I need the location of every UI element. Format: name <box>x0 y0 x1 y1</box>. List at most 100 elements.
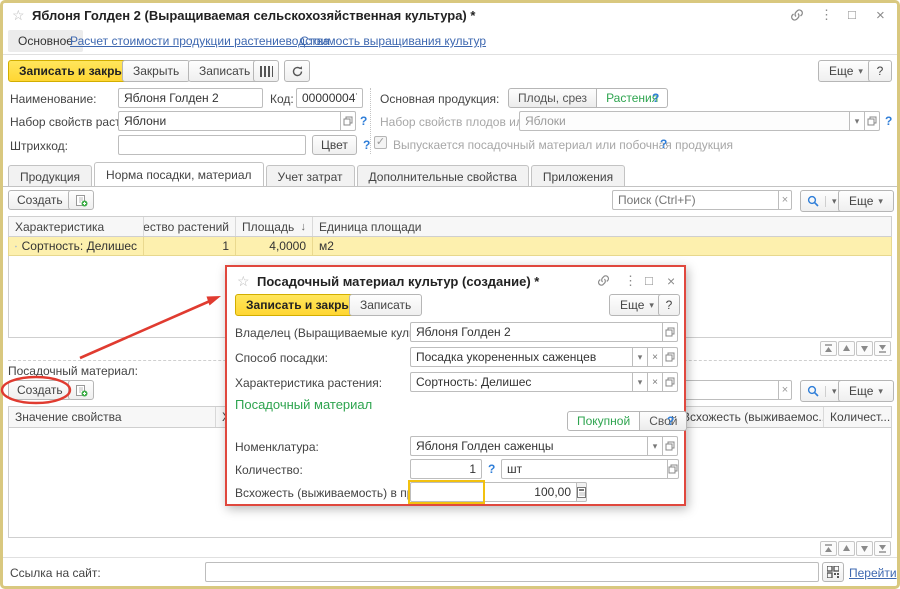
favorite-star-icon[interactable]: ☆ <box>237 273 250 290</box>
move-bottom-icon[interactable] <box>874 541 891 556</box>
plant-props-help-icon[interactable]: ? <box>360 114 367 128</box>
dialog-help-button[interactable]: ? <box>658 294 680 316</box>
move-down-icon[interactable] <box>856 341 873 356</box>
open-link-icon[interactable] <box>663 372 678 392</box>
source-help-icon[interactable]: ? <box>667 414 674 428</box>
window-menu-icon[interactable]: ⋮ <box>624 273 637 289</box>
nomenclature-field[interactable]: ▾ <box>410 436 678 456</box>
column-header[interactable]: Значение свойства <box>9 407 216 427</box>
barcode-button[interactable] <box>253 60 279 82</box>
barcode-input[interactable] <box>118 135 306 155</box>
move-down-icon[interactable] <box>856 541 873 556</box>
quantity-input[interactable] <box>410 459 482 479</box>
toggle-own-option[interactable]: Свой <box>640 411 687 431</box>
area-cell[interactable]: 4,0000 <box>236 237 313 255</box>
close-icon[interactable]: × <box>876 7 885 24</box>
toggle-purchased-option[interactable]: Покупной <box>567 411 640 431</box>
plant-characteristic-field[interactable]: ▾ × <box>410 372 678 392</box>
main-product-help-icon[interactable]: ? <box>652 91 659 105</box>
calculator-icon[interactable] <box>577 482 587 502</box>
nav-link-crop-cost[interactable]: Расчет стоимости продукции растениеводст… <box>70 34 330 48</box>
open-link-icon[interactable] <box>668 459 679 479</box>
clear-icon[interactable]: × <box>648 347 663 367</box>
dialog-save-button[interactable]: Записать <box>349 294 422 316</box>
owner-input[interactable] <box>410 322 663 342</box>
clear-search-icon[interactable]: × <box>779 190 792 210</box>
column-header-sorted[interactable]: Всхожесть (выживаемос...↓ <box>676 407 824 427</box>
column-header[interactable]: Количество растений <box>144 217 236 236</box>
open-link-icon[interactable] <box>663 436 678 456</box>
go-to-site-link[interactable]: Перейти <box>849 566 897 580</box>
column-header[interactable]: Количест... <box>824 407 891 427</box>
change-history-button[interactable] <box>284 60 310 82</box>
unit-input[interactable] <box>501 459 668 479</box>
tab-products[interactable]: Продукция <box>8 165 92 187</box>
move-up-icon[interactable] <box>838 541 855 556</box>
tab-planting-norm[interactable]: Норма посадки, материал <box>94 162 264 186</box>
move-top-icon[interactable] <box>820 341 837 356</box>
norm-copy-button[interactable] <box>68 190 94 210</box>
plant-props-field[interactable] <box>118 111 356 131</box>
fruit-props-help-icon[interactable]: ? <box>885 114 892 128</box>
open-link-icon[interactable] <box>663 347 678 367</box>
chevron-down-icon[interactable]: ▾ <box>633 347 648 367</box>
tab-additional-props[interactable]: Дополнительные свойства <box>357 165 529 187</box>
code-input[interactable] <box>296 88 363 108</box>
qr-code-button[interactable] <box>822 562 844 582</box>
nomenclature-input[interactable] <box>410 436 648 456</box>
clear-icon[interactable]: × <box>648 372 663 392</box>
planting-create-button[interactable]: Создать <box>8 380 72 400</box>
name-input[interactable] <box>118 88 263 108</box>
color-button[interactable]: Цвет <box>312 135 357 155</box>
chevron-down-icon[interactable]: ▾ <box>633 372 648 392</box>
checkbox-help-icon[interactable]: ? <box>660 137 667 151</box>
open-link-icon[interactable] <box>865 111 880 131</box>
nav-link-growing-cost[interactable]: Стоимость выращивания культур <box>300 34 486 48</box>
window-menu-icon[interactable]: ⋮ <box>820 7 833 23</box>
move-top-icon[interactable] <box>820 541 837 556</box>
norm-search-input[interactable] <box>612 190 779 210</box>
move-up-icon[interactable] <box>838 341 855 356</box>
maximize-icon[interactable]: □ <box>645 273 653 288</box>
clear-search-icon[interactable]: × <box>779 380 792 400</box>
dialog-more-button[interactable]: Еще▾ <box>609 294 665 316</box>
planting-method-input[interactable] <box>410 347 633 367</box>
planting-method-field[interactable]: ▾ × <box>410 347 678 367</box>
norm-create-button[interactable]: Создать <box>8 190 72 210</box>
chevron-down-icon[interactable]: ▾ <box>648 436 663 456</box>
help-button[interactable]: ? <box>868 60 892 82</box>
plant-count-cell[interactable]: 1 <box>144 237 236 255</box>
column-header[interactable]: Характеристика <box>9 217 144 236</box>
get-link-icon[interactable] <box>597 274 610 287</box>
owner-field[interactable] <box>410 322 678 342</box>
tab-cost-accounting[interactable]: Учет затрат <box>266 165 355 187</box>
norm-search-button[interactable]: ▾ <box>800 190 844 212</box>
save-button[interactable]: Записать <box>188 60 261 82</box>
tab-attachments[interactable]: Приложения <box>531 165 625 187</box>
close-button[interactable]: Закрыть <box>122 60 190 82</box>
table-row-selected[interactable]: Сортность: Делишес 1 4,0000 м2 <box>8 237 892 256</box>
characteristic-cell[interactable]: Сортность: Делишес <box>9 237 144 255</box>
germination-input[interactable] <box>410 482 577 502</box>
norm-search-field[interactable]: × <box>612 190 792 210</box>
site-link-input[interactable] <box>205 562 819 582</box>
area-unit-cell[interactable]: м2 <box>313 237 891 255</box>
planting-search-button[interactable]: ▾ <box>800 380 844 402</box>
open-link-icon[interactable] <box>663 322 678 342</box>
close-icon[interactable]: × <box>667 273 675 289</box>
plant-characteristic-input[interactable] <box>410 372 633 392</box>
favorite-star-icon[interactable]: ☆ <box>12 7 25 24</box>
move-bottom-icon[interactable] <box>874 341 891 356</box>
planting-copy-button[interactable] <box>68 380 94 400</box>
column-header[interactable]: Единица площади <box>313 217 891 236</box>
column-header-sorted[interactable]: Площадь↓ <box>236 217 313 236</box>
get-link-icon[interactable] <box>790 8 804 22</box>
quantity-help-icon[interactable]: ? <box>488 462 495 476</box>
plant-props-input[interactable] <box>118 111 341 131</box>
planting-more-button[interactable]: Еще▾ <box>838 380 894 402</box>
toggle-fruits-option[interactable]: Плоды, срез <box>508 88 597 108</box>
more-button[interactable]: Еще▾ <box>818 60 874 82</box>
norm-more-button[interactable]: Еще▾ <box>838 190 894 212</box>
unit-field[interactable] <box>501 459 678 479</box>
open-link-icon[interactable] <box>341 111 356 131</box>
